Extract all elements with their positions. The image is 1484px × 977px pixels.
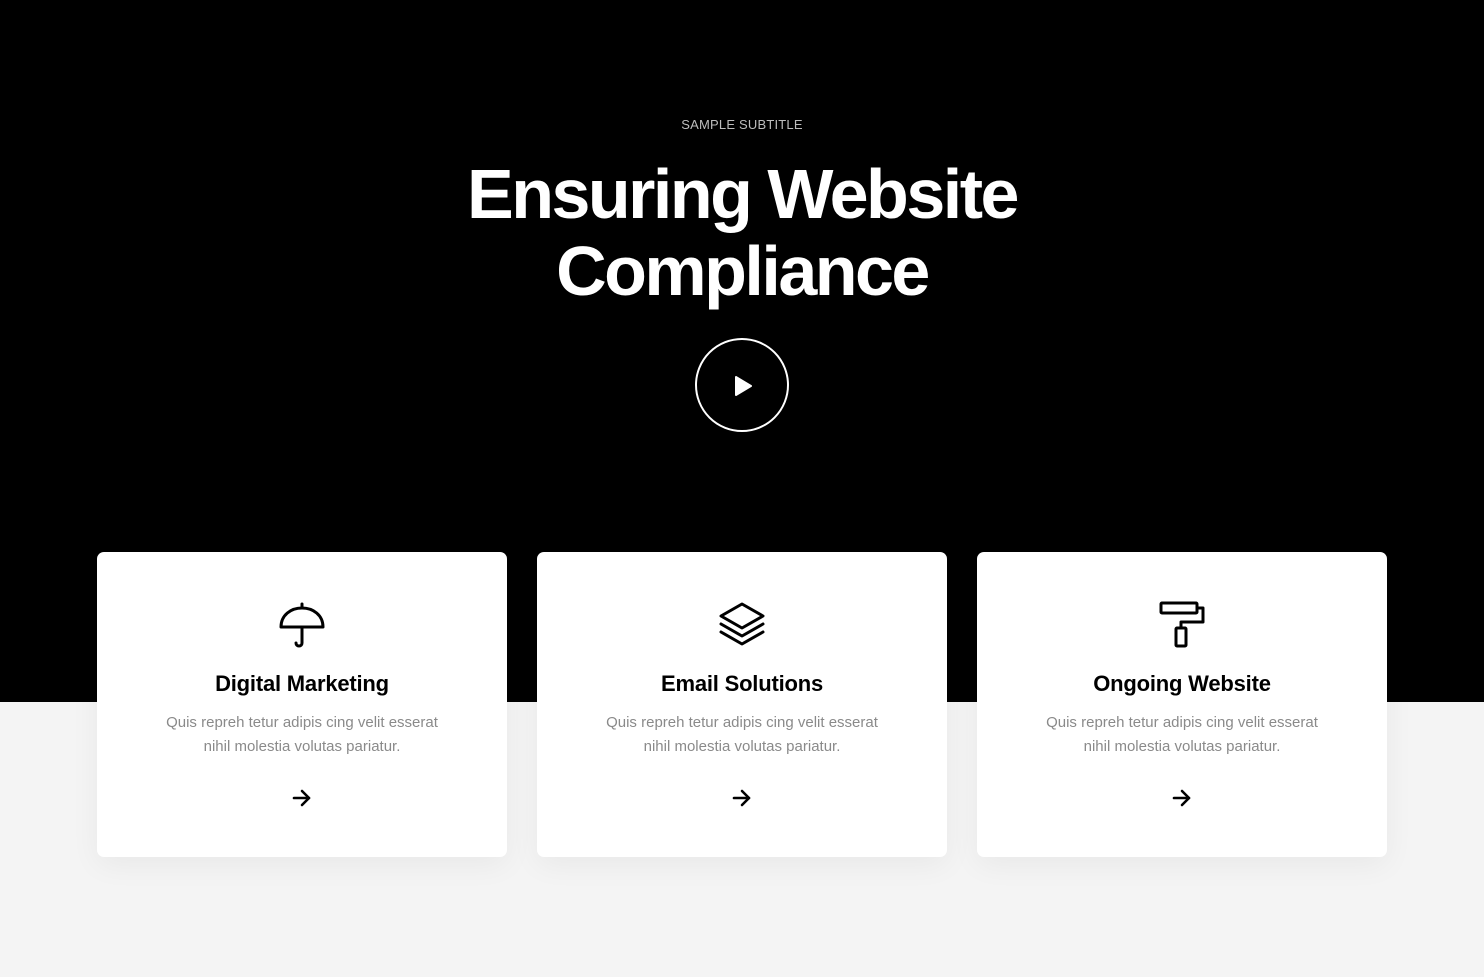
card-title: Ongoing Website: [1093, 671, 1271, 696]
hero-title-line2: Compliance: [556, 232, 930, 310]
arrow-right-icon[interactable]: [730, 786, 754, 810]
paint-roller-icon: [1159, 601, 1205, 648]
card-description: Quis repreh tetur adipis cing velit esse…: [1032, 711, 1332, 759]
card-title: Digital Marketing: [215, 671, 389, 696]
service-card-email-solutions: Email Solutions Quis repreh tetur adipis…: [537, 552, 947, 857]
play-video-button[interactable]: [695, 338, 789, 432]
card-description-line2: nihil molestia volutas pariatur.: [203, 738, 401, 755]
arrow-right-icon[interactable]: [290, 786, 314, 810]
service-card-ongoing-website: Ongoing Website Quis repreh tetur adipis…: [977, 552, 1387, 857]
card-description: Quis repreh tetur adipis cing velit esse…: [152, 711, 452, 759]
card-description-line1: Quis repreh tetur adipis cing velit esse…: [606, 714, 878, 731]
card-description-line2: nihil molestia volutas pariatur.: [1083, 738, 1281, 755]
umbrella-icon: [279, 602, 325, 648]
card-description-line1: Quis repreh tetur adipis cing velit esse…: [166, 714, 438, 731]
card-title: Email Solutions: [660, 671, 824, 696]
hero-title-line1: Ensuring Website: [467, 155, 1019, 233]
layers-icon: [719, 602, 765, 646]
card-description-line1: Quis repreh tetur adipis cing velit esse…: [1046, 714, 1318, 731]
arrow-right-icon[interactable]: [1170, 786, 1194, 810]
service-card-digital-marketing: Digital Marketing Quis repreh tetur adip…: [97, 552, 507, 857]
card-description-line2: nihil molestia volutas pariatur.: [643, 738, 841, 755]
hero-title: Ensuring Website Compliance: [0, 156, 1484, 310]
card-description: Quis repreh tetur adipis cing velit esse…: [592, 711, 892, 759]
play-icon: [735, 376, 752, 396]
hero-subtitle: SAMPLE SUBTITLE: [681, 117, 803, 132]
